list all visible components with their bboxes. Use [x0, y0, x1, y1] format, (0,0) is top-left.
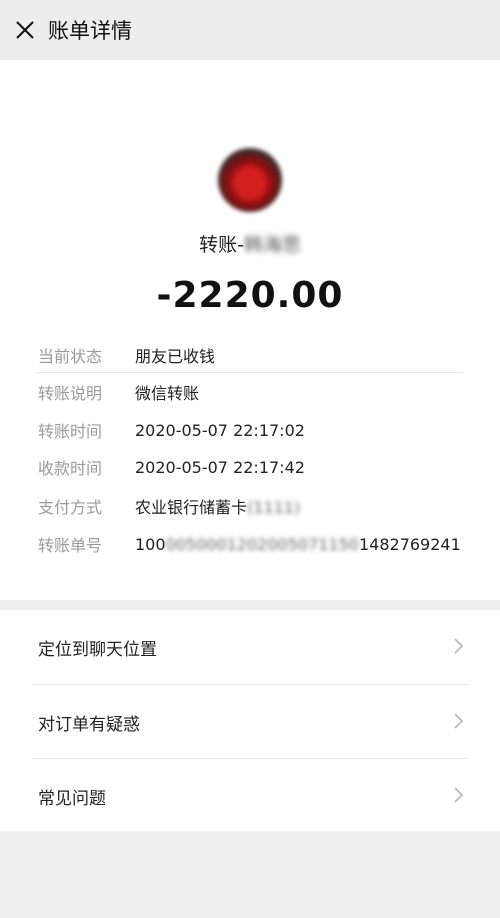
payee-line: 转账-韩海思 — [0, 230, 500, 257]
menu-item-locate-chat[interactable]: 定位到聊天位置 — [0, 610, 500, 684]
detail-value: 2020-05-07 22:17:02 — [135, 420, 305, 440]
bank-name: 农业银行储蓄卡 — [135, 498, 248, 517]
menu-item-label: 定位到聊天位置 — [38, 639, 157, 660]
transfer-id-middle: 0050001202005071150 — [165, 534, 359, 554]
menu-item-faq[interactable]: 常见问题 — [0, 759, 500, 833]
detail-label: 转账时间 — [38, 422, 103, 441]
menu-item-order-question[interactable]: 对订单有疑惑 — [0, 685, 500, 759]
bill-detail-card: 转账-韩海思 -2220.00 当前状态 朋友已收钱 转账说明 微信转账 转账时… — [0, 60, 500, 600]
payee-name: 韩海思 — [243, 234, 301, 256]
detail-label: 转账说明 — [38, 384, 103, 403]
transfer-id-end: 1482769241 — [358, 534, 461, 554]
detail-value: 农业银行储蓄卡(1111) — [135, 494, 300, 518]
detail-row-receive-time: 收款时间 2020-05-07 22:17:42 — [38, 453, 305, 481]
close-button[interactable] — [0, 0, 50, 60]
detail-row-note: 转账说明 微信转账 — [38, 378, 199, 406]
detail-value: 微信转账 — [135, 384, 200, 403]
payee-prefix: 转账- — [199, 234, 244, 256]
detail-value: 10000500012020050711501482769241 — [135, 535, 461, 554]
card-suffix: (1111) — [247, 498, 301, 517]
page-title: 账单详情 — [48, 19, 132, 43]
menu-item-label: 常见问题 — [38, 788, 106, 809]
close-icon — [16, 21, 34, 39]
detail-row-status: 当前状态 朋友已收钱 — [38, 341, 215, 369]
menu-item-label: 对订单有疑惑 — [38, 714, 140, 735]
detail-value: 2020-05-07 22:17:42 — [135, 457, 305, 477]
detail-label: 支付方式 — [38, 498, 103, 517]
detail-row-transfer-time: 转账时间 2020-05-07 22:17:02 — [38, 416, 305, 444]
detail-label: 转账单号 — [38, 536, 103, 555]
detail-row-payment-method: 支付方式 农业银行储蓄卡(1111) — [38, 492, 300, 520]
detail-value: 朋友已收钱 — [135, 347, 216, 366]
detail-row-transfer-id: 转账单号 10000500012020050711501482769241 — [38, 530, 461, 558]
detail-label: 收款时间 — [38, 459, 103, 478]
transfer-id-start: 100 — [135, 534, 166, 554]
chevron-right-icon — [454, 787, 464, 803]
amount: -2220.00 — [156, 275, 344, 316]
help-menu: 定位到聊天位置 对订单有疑惑 常见问题 — [0, 610, 500, 831]
nav-bar: 账单详情 — [0, 0, 500, 60]
chevron-right-icon — [454, 638, 464, 654]
detail-label: 当前状态 — [38, 347, 103, 366]
avatar — [218, 148, 282, 212]
divider — [37, 372, 463, 373]
chevron-right-icon — [454, 713, 464, 729]
